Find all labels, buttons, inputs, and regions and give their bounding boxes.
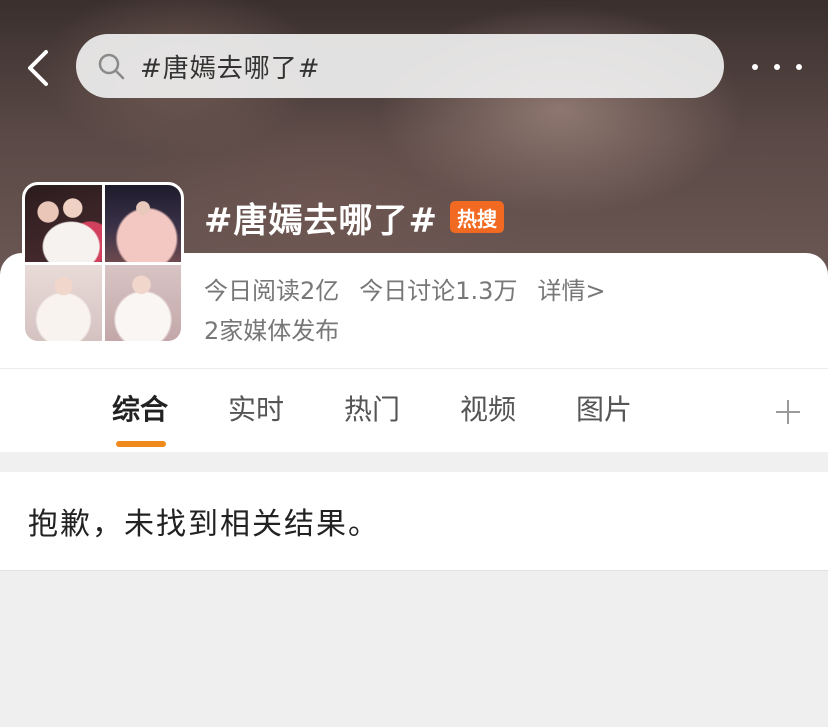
chevron-left-icon xyxy=(28,50,48,86)
search-query-text: #唐嫣去哪了# xyxy=(140,53,321,84)
search-bar[interactable]: #唐嫣去哪了# xyxy=(76,34,724,98)
tab-bar: 综合 实时 热门 视频 图片 xyxy=(0,372,828,452)
plus-icon xyxy=(776,400,800,424)
tab-hot[interactable]: 热门 xyxy=(344,388,400,428)
tabs-divider xyxy=(0,368,828,369)
tab-realtime[interactable]: 实时 xyxy=(228,388,284,428)
discussions-count: 今日讨论1.3万 xyxy=(359,276,518,305)
tab-video[interactable]: 视频 xyxy=(460,388,516,428)
search-icon xyxy=(98,53,125,80)
more-dots-icon xyxy=(796,64,802,70)
thumbnail-photo xyxy=(25,264,102,341)
details-link[interactable]: 详情> xyxy=(537,271,605,306)
topic-thumbnail[interactable] xyxy=(22,182,184,344)
more-dots-icon xyxy=(774,64,780,70)
topic-title: #唐嫣去哪了# xyxy=(204,200,438,241)
tab-images[interactable]: 图片 xyxy=(576,388,632,428)
topic-stats: 今日阅读2亿 今日讨论1.3万 详情> xyxy=(204,268,626,308)
more-dots-icon xyxy=(752,64,758,70)
media-count: 2家媒体发布 xyxy=(204,316,340,345)
result-divider xyxy=(0,570,828,571)
empty-result-message: 抱歉，未找到相关结果。 xyxy=(28,507,380,542)
topic-title-row: #唐嫣去哪了# 热搜 xyxy=(204,192,504,242)
active-tab-indicator xyxy=(116,441,166,447)
section-separator xyxy=(0,452,828,472)
thumbnail-photo xyxy=(104,264,181,341)
add-tab-button[interactable] xyxy=(772,396,804,428)
tab-comprehensive[interactable]: 综合 xyxy=(112,388,168,428)
topic-page: #唐嫣去哪了# #唐嫣去哪了# 热搜 今日阅读2亿 今日讨论1.3万 详情> 2… xyxy=(0,0,828,727)
thumbnail-photo xyxy=(25,185,102,262)
thumbnail-photo xyxy=(104,185,181,262)
empty-result: 抱歉，未找到相关结果。 xyxy=(0,472,828,570)
reads-count: 今日阅读2亿 xyxy=(204,276,340,305)
more-button[interactable] xyxy=(752,56,802,78)
hot-badge: 热搜 xyxy=(449,201,504,233)
back-button[interactable] xyxy=(22,46,56,90)
